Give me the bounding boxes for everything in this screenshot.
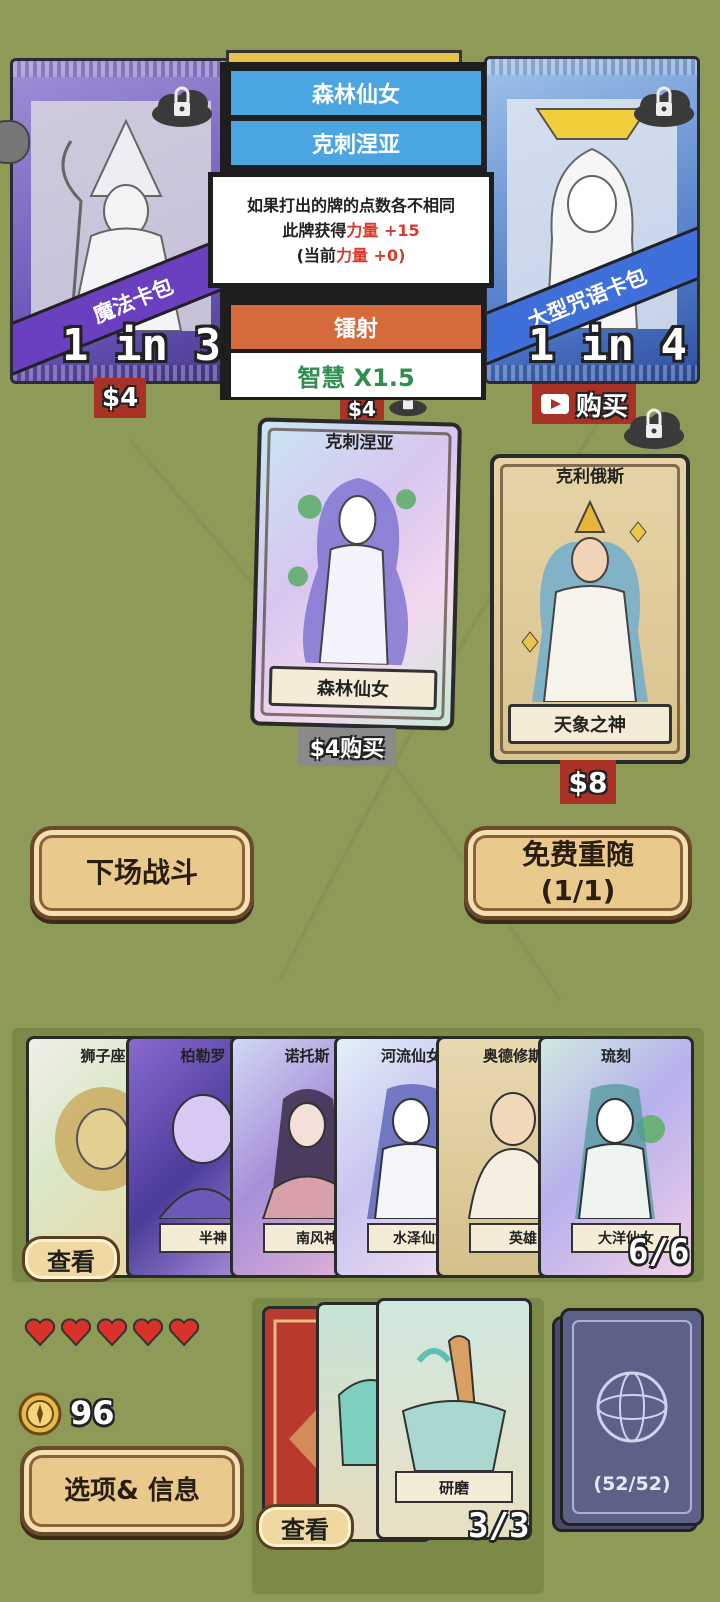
card-top-title: 克刺涅亚 xyxy=(325,432,394,454)
card-top-title: 克利俄斯 xyxy=(556,467,624,487)
deck-count: (52/52) xyxy=(593,1473,671,1495)
tooltip-multiplier-tag: 智慧 X1.5 xyxy=(228,350,484,400)
card-ribbon-label: 森林仙女 xyxy=(268,665,438,711)
heart-icon xyxy=(24,1318,56,1347)
nymph-illustration xyxy=(287,478,416,666)
gold-coin-icon xyxy=(18,1392,62,1436)
view-consumables-button[interactable]: 查看 xyxy=(256,1504,354,1550)
consumable-card-grind[interactable]: 研磨 xyxy=(376,1298,532,1540)
tooltip-card-subtitle: 克刺涅亚 xyxy=(228,118,484,168)
pack-crimp-top xyxy=(13,61,231,77)
mortar-pestle-illustration xyxy=(401,1335,507,1472)
left-pack-price: $4 xyxy=(94,378,147,418)
deck-pile[interactable]: (52/52) xyxy=(560,1308,704,1526)
lock-icon xyxy=(634,86,694,127)
right-pack-buy-button[interactable]: 购买 xyxy=(532,384,637,424)
pack-odds: 1 in 3 xyxy=(62,320,221,371)
gold-amount: 96 xyxy=(70,1394,115,1432)
card-ribbon-label: 天象之神 xyxy=(508,704,672,744)
desc-line-1: 如果打出的牌的点数各不相同 xyxy=(246,195,455,215)
consumable-ribbon: 研磨 xyxy=(395,1471,513,1503)
next-battle-button[interactable]: 下场战斗 xyxy=(30,826,254,920)
desc-line-2: 此牌获得力量 +15 xyxy=(282,220,420,240)
consumables-count: 3/3 xyxy=(468,1506,530,1546)
shop-card-1-buy-button[interactable]: $4购买 xyxy=(298,728,396,766)
lock-icon xyxy=(152,86,212,127)
hand-count: 6/6 xyxy=(628,1232,690,1272)
options-label: 选项& 信息 xyxy=(64,1476,200,1506)
heart-icon xyxy=(96,1318,128,1347)
oceanid-illustration xyxy=(575,1084,665,1219)
shop-card-2-price[interactable]: $8 xyxy=(560,760,616,804)
hand-card-title: 琉刻 xyxy=(600,1047,631,1065)
tooltip-edition-tag: 镭射 xyxy=(228,302,484,352)
tooltip-card-name: 森林仙女 xyxy=(228,68,484,118)
lock-icon xyxy=(624,408,684,449)
pack-crimp-top xyxy=(487,59,697,75)
heart-icon xyxy=(60,1318,92,1347)
options-info-button[interactable]: 选项& 信息 xyxy=(20,1446,244,1536)
buy-label: 购买 xyxy=(576,391,629,422)
view-hand-button[interactable]: 查看 xyxy=(22,1236,120,1282)
free-reroll-button[interactable]: 免费重随 (1/1) xyxy=(464,826,692,920)
heart-icon xyxy=(168,1318,200,1347)
middle-pack-price: $4 xyxy=(340,397,384,421)
heart-icon xyxy=(132,1318,164,1347)
pack-odds: 1 in 4 xyxy=(528,320,687,371)
next-battle-label: 下场战斗 xyxy=(85,856,198,889)
shop-card-forest-nymph[interactable]: 克刺涅亚 森林仙女 xyxy=(250,417,462,731)
tooltip-description: 如果打出的牌的点数各不相同 此牌获得力量 +15 (当前力量 +0) xyxy=(208,172,494,288)
reroll-count: (1/1) xyxy=(540,874,616,907)
shop-card-crius[interactable]: 克利俄斯 天象之神 xyxy=(490,454,690,764)
desc-line-3: (当前力量 +0) xyxy=(296,245,406,265)
video-ad-icon xyxy=(541,394,569,414)
reroll-label: 免费重随 xyxy=(521,838,634,871)
god-illustration xyxy=(521,499,648,702)
